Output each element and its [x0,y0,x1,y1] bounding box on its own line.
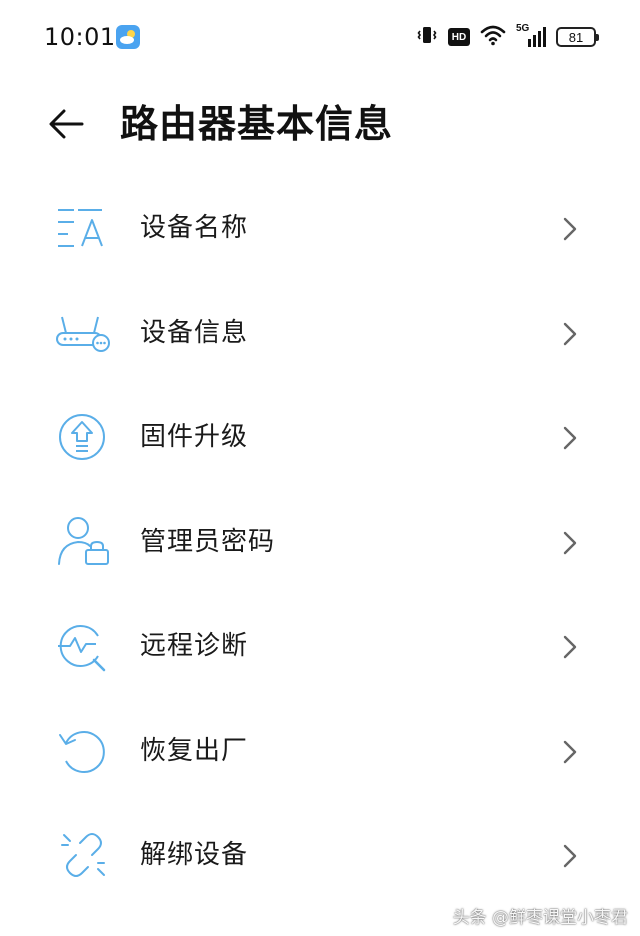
status-time: 10:01 [44,23,116,51]
chevron-right-icon [560,216,580,242]
status-bar: 10:01 HD 5G 81 [0,0,640,72]
menu-item-device-info[interactable]: 设备信息 [0,281,640,386]
menu-item-label: 恢复出厂 [140,735,249,766]
back-button[interactable] [46,104,86,144]
menu-item-label: 解绑设备 [140,840,249,870]
chevron-right-icon [560,739,580,765]
page-header: 路由器基本信息 [0,90,640,160]
remote-diagnosis-icon [54,620,114,672]
hd-badge: HD [448,28,470,46]
menu-item-firmware-upgrade[interactable]: 固件升级 [0,385,640,490]
wifi-icon [480,24,506,50]
menu-item-device-name[interactable]: 设备名称 [0,176,640,281]
page-title: 路由器基本信息 [120,102,394,146]
menu-item-label: 设备信息 [140,317,249,348]
watermark: 头条 @鲜枣课堂小枣君 [452,908,628,928]
menu-item-label: 固件升级 [140,422,249,452]
back-arrow-icon [49,109,84,139]
menu-item-factory-reset[interactable]: 恢复出厂 [0,699,640,804]
admin-lock-icon [54,516,114,568]
menu-item-admin-password[interactable]: 管理员密码 [0,490,640,595]
menu-item-unbind-device[interactable]: 解绑设备 [0,803,640,908]
chevron-right-icon [560,530,580,556]
chevron-right-icon [560,321,580,347]
menu-item-label: 管理员密码 [140,526,276,557]
settings-menu: 设备名称 设备信息 固件升级 管理员密码 远程诊断 恢复出厂 解绑设备 [0,176,640,908]
firmware-upgrade-icon [54,411,114,463]
chevron-right-icon [560,634,580,660]
factory-reset-icon [54,725,114,777]
cellular-signal-icon: 5G [516,23,546,49]
status-indicators: HD 5G 81 [416,22,599,52]
menu-item-remote-diagnosis[interactable]: 远程诊断 [0,594,640,699]
chevron-right-icon [560,843,580,869]
vibrate-icon [416,24,438,50]
rename-icon [54,202,114,254]
weather-icon [116,25,140,49]
chevron-right-icon [560,425,580,451]
menu-item-label: 设备名称 [140,213,249,243]
menu-item-label: 远程诊断 [140,631,249,661]
unbind-icon [54,829,114,881]
battery-indicator: 81 [556,27,599,47]
router-icon [54,307,114,359]
